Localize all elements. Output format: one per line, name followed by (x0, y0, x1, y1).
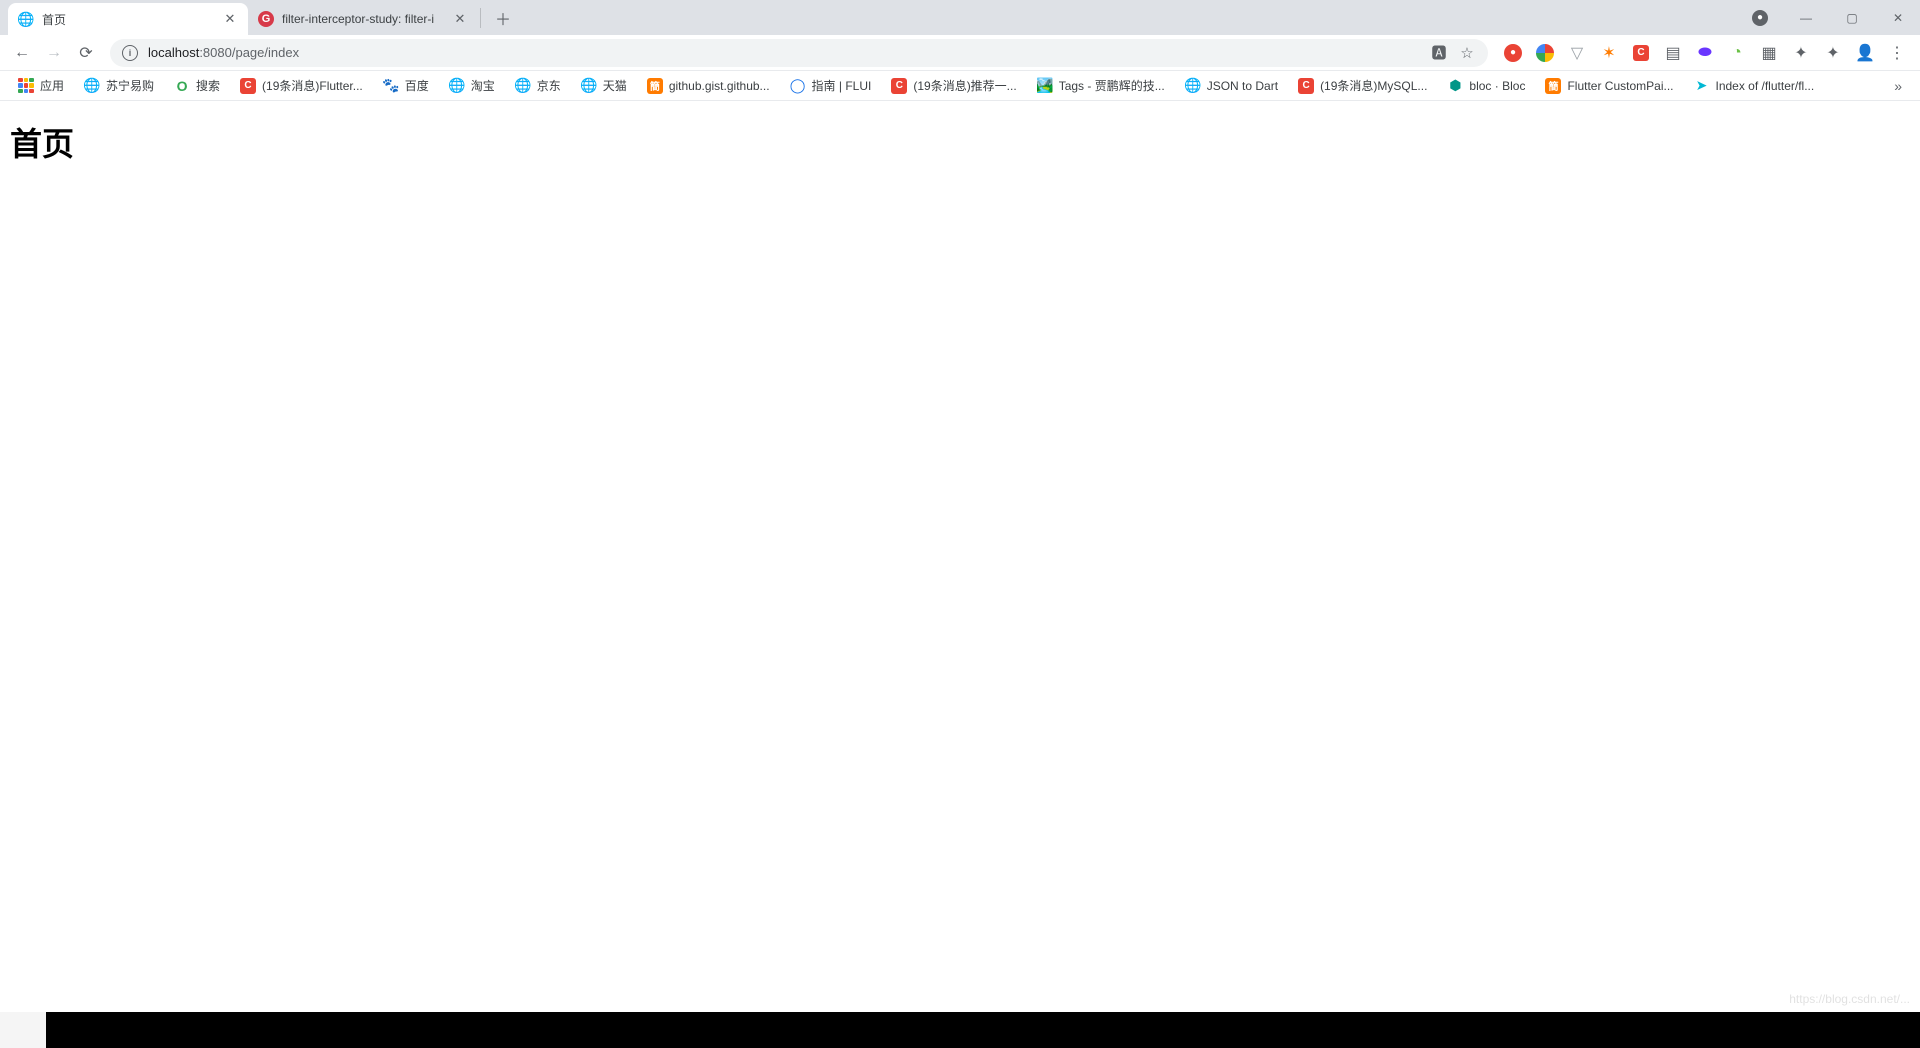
bookmark-item[interactable]: 🌐 京东 (507, 73, 569, 98)
bookmark-label: 百度 (405, 77, 429, 94)
bookmark-label: JSON to Dart (1207, 79, 1278, 93)
github-icon: 簡 (647, 78, 663, 94)
bookmark-label: 苏宁易购 (106, 77, 154, 94)
bookmark-label: (19条消息)Flutter... (262, 77, 363, 94)
baidu-icon: 🐾 (383, 78, 399, 94)
extension-icon[interactable]: C (1632, 44, 1650, 62)
bookmark-label: 天猫 (603, 77, 627, 94)
extension-icon[interactable]: ▤ (1664, 44, 1682, 62)
bookmark-label: Index of /flutter/fl... (1715, 79, 1814, 93)
close-icon[interactable]: ✕ (452, 11, 468, 27)
extension-icon[interactable]: ◔ (1728, 44, 1746, 62)
bookmarks-bar: 应用 🌐 苏宁易购 O 搜索 C (19条消息)Flutter... 🐾 百度 … (0, 71, 1920, 101)
tab-title: filter-interceptor-study: filter-i (282, 12, 444, 26)
globe-icon: 🌐 (84, 78, 100, 94)
globe-icon: 🌐 (515, 78, 531, 94)
window-close-button[interactable]: ✕ (1884, 4, 1912, 32)
flui-icon: ◯ (790, 78, 806, 94)
close-icon[interactable]: ✕ (222, 11, 238, 27)
extension-icon[interactable]: ✶ (1600, 44, 1618, 62)
translate-icon[interactable]: 🅰 (1430, 44, 1448, 62)
bookmark-item[interactable]: C (19条消息)推荐一... (883, 73, 1024, 98)
bloc-icon: ⬢ (1447, 78, 1463, 94)
new-tab-button[interactable]: ＋ (489, 4, 517, 32)
back-button[interactable]: ← (8, 39, 36, 67)
csdn-icon: C (1298, 78, 1314, 94)
bookmark-item[interactable]: 🐾 百度 (375, 73, 437, 98)
globe-icon: 🌐 (18, 11, 34, 27)
bookmark-item[interactable]: ◯ 指南 | FLUI (782, 73, 880, 98)
bookmark-item[interactable]: 🌐 JSON to Dart (1177, 74, 1286, 98)
bookmark-star-icon[interactable]: ☆ (1458, 44, 1476, 62)
profile-avatar-icon[interactable]: 👤 (1856, 44, 1874, 62)
bookmark-item[interactable]: C (19条消息)MySQL... (1290, 73, 1435, 98)
tags-icon: 🏞️ (1037, 78, 1053, 94)
tab-title: 首页 (42, 11, 214, 28)
taskbar-start[interactable] (0, 1012, 46, 1048)
tab-active[interactable]: 🌐 首页 ✕ (8, 3, 248, 35)
tab-separator (480, 8, 481, 28)
url-text: localhost:8080/page/index (148, 45, 1420, 60)
maximize-button[interactable]: ▢ (1838, 4, 1866, 32)
address-bar[interactable]: i localhost:8080/page/index 🅰 ☆ (110, 39, 1488, 67)
chrome-menu-icon[interactable]: ⋮ (1888, 44, 1906, 62)
watermark: https://blog.csdn.net/... (1789, 992, 1910, 1006)
bookmark-item[interactable]: C (19条消息)Flutter... (232, 73, 371, 98)
extension-icon[interactable]: ✦ (1792, 44, 1810, 62)
site-info-icon[interactable]: i (122, 45, 138, 61)
search-icon: O (174, 78, 190, 94)
globe-icon: 🌐 (581, 78, 597, 94)
extension-icon[interactable] (1536, 44, 1554, 62)
bookmark-label: 应用 (40, 77, 64, 94)
forward-button[interactable]: → (40, 39, 68, 67)
bookmark-label: bloc · Bloc (1469, 79, 1525, 93)
bookmark-item[interactable]: 簡 github.gist.github... (639, 74, 778, 98)
bookmark-label: (19条消息)MySQL... (1320, 77, 1427, 94)
csdn-icon: C (891, 78, 907, 94)
extensions-puzzle-icon[interactable]: ✦ (1824, 44, 1842, 62)
extension-icon[interactable]: ● (1504, 44, 1522, 62)
globe-icon: 🌐 (449, 78, 465, 94)
bookmark-label: 京东 (537, 77, 561, 94)
bookmark-item[interactable]: O 搜索 (166, 73, 228, 98)
reload-button[interactable]: ⟳ (72, 39, 100, 67)
globe-icon: 🌐 (1185, 78, 1201, 94)
bookmark-label: Flutter CustomPai... (1567, 79, 1673, 93)
bookmark-label: Tags - 贾鹏辉的技... (1059, 77, 1165, 94)
bookmark-item[interactable]: ➤ Index of /flutter/fl... (1685, 74, 1822, 98)
bookmark-apps[interactable]: 应用 (10, 73, 72, 98)
bookmark-label: 指南 | FLUI (812, 77, 872, 94)
bookmarks-overflow-button[interactable]: » (1886, 74, 1910, 98)
bookmark-label: 搜索 (196, 77, 220, 94)
favicon-red-icon: G (258, 11, 274, 27)
page-content: 首页 (0, 101, 1920, 183)
extensions-area: ● ▽ ✶ C ▤ ⬬ ◔ ▦ ✦ ✦ 👤 ⋮ (1498, 44, 1912, 62)
bookmark-label: 淘宝 (471, 77, 495, 94)
bookmark-label: github.gist.github... (669, 79, 770, 93)
window-controls: ● — ▢ ✕ (1746, 0, 1912, 35)
extension-icon[interactable]: ▽ (1568, 44, 1586, 62)
toolbar: ← → ⟳ i localhost:8080/page/index 🅰 ☆ ● … (0, 35, 1920, 71)
bookmark-item[interactable]: ⬢ bloc · Bloc (1439, 74, 1533, 98)
extension-icon[interactable]: ▦ (1760, 44, 1778, 62)
csdn-icon: C (240, 78, 256, 94)
taskbar (0, 1012, 1920, 1048)
page-title: 首页 (10, 119, 1910, 165)
bookmark-item[interactable]: 🌐 苏宁易购 (76, 73, 162, 98)
bookmark-label: (19条消息)推荐一... (913, 77, 1016, 94)
bookmark-item[interactable]: 🌐 淘宝 (441, 73, 503, 98)
bookmark-item[interactable]: 🏞️ Tags - 贾鹏辉的技... (1029, 73, 1173, 98)
extension-icon[interactable]: ⬬ (1696, 44, 1714, 62)
bookmark-item[interactable]: 簡 Flutter CustomPai... (1537, 74, 1681, 98)
site-icon: 簡 (1545, 78, 1561, 94)
apps-grid-icon (18, 78, 34, 94)
bookmark-item[interactable]: 🌐 天猫 (573, 73, 635, 98)
account-icon[interactable]: ● (1746, 4, 1774, 32)
tab-inactive[interactable]: G filter-interceptor-study: filter-i ✕ (248, 3, 478, 35)
minimize-button[interactable]: — (1792, 4, 1820, 32)
index-icon: ➤ (1693, 78, 1709, 94)
tab-strip: 🌐 首页 ✕ G filter-interceptor-study: filte… (0, 0, 1920, 35)
